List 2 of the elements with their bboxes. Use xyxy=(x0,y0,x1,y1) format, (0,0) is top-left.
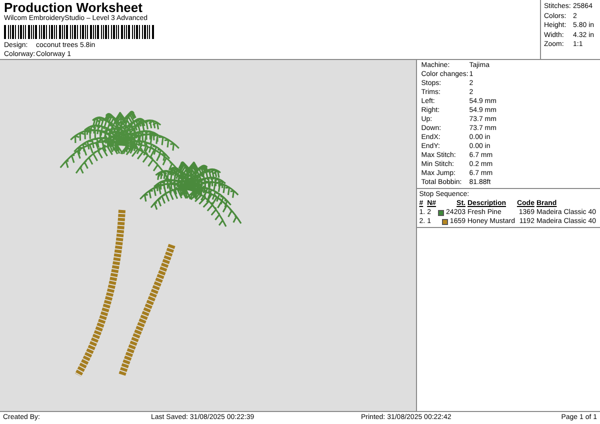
worksheet-title: Production Worksheet xyxy=(4,1,142,14)
barcode-icon xyxy=(4,25,154,39)
